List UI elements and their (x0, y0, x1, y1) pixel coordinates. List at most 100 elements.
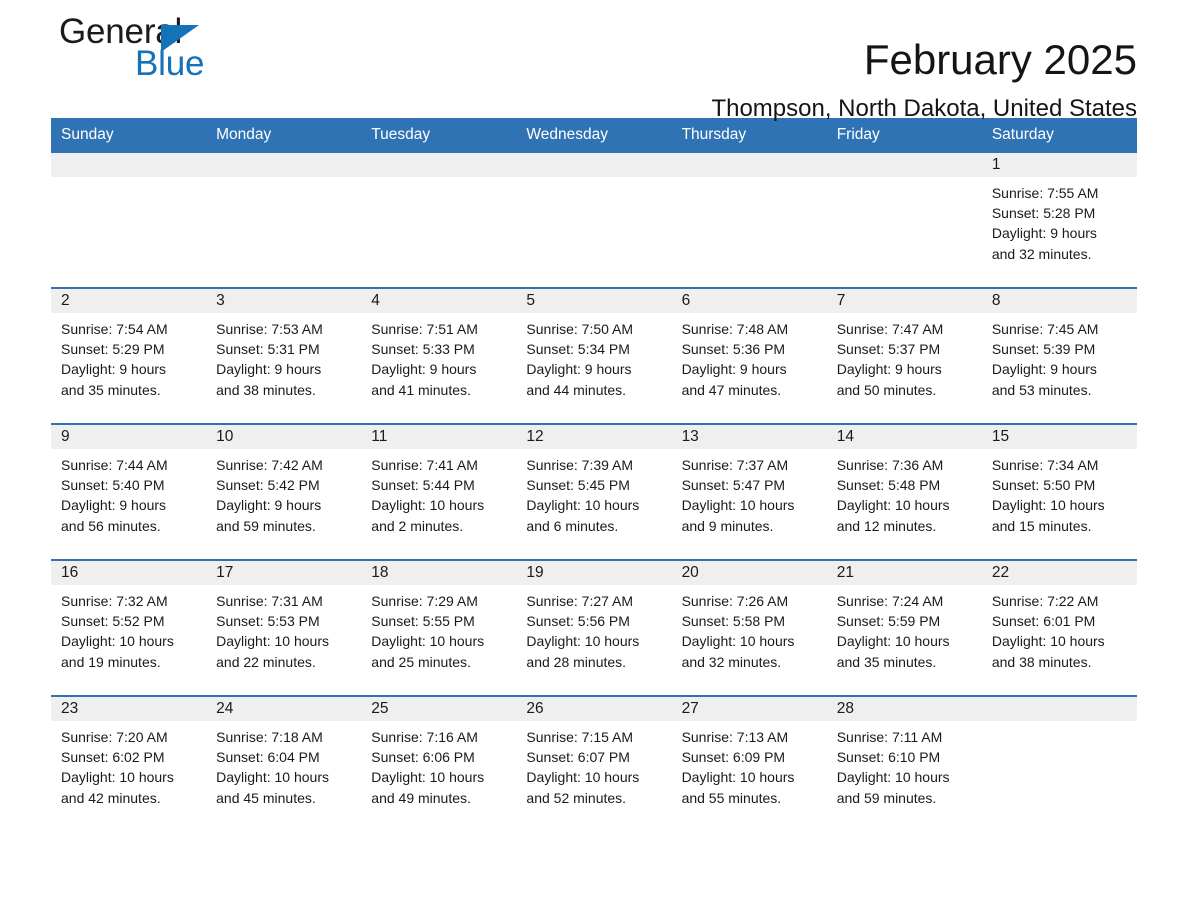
calendar-day-cell[interactable]: 27 Sunrise: 7:13 AM Sunset: 6:09 PM Dayligh… (671, 695, 827, 831)
sunset-time: Sunset: 5:58 PM (681, 613, 786, 630)
sunrise-time: Sunrise: 7:26 AM (681, 593, 789, 609)
calendar-day-cell[interactable]: 7 Sunrise: 7:47 AM Sunset: 5:37 PM Daylight… (826, 287, 982, 424)
sunset-time: Sunset: 5:36 PM (681, 341, 786, 358)
day-number: 2 (51, 289, 207, 313)
calendar-day-cell[interactable]: 19 Sunrise: 7:27 AM Sunset: 5:56 PM Dayligh… (516, 559, 672, 696)
daylight-duration-line2: and 56 minutes. (61, 517, 161, 534)
sunset-time: Sunset: 5:47 PM (681, 477, 786, 494)
day-number: 1 (981, 153, 1137, 177)
day-number: 26 (516, 697, 672, 721)
calendar-day-cell[interactable]: 16 Sunrise: 7:32 AM Sunset: 5:52 PM Dayligh… (51, 559, 207, 696)
sunrise-time: Sunrise: 7:42 AM (216, 457, 323, 473)
daylight-duration-line2: and 35 minutes. (836, 653, 937, 670)
general-blue-logo: General Blue (59, 12, 319, 90)
calendar-week-row: 9 Sunrise: 7:44 AM Sunset: 5:40 PM Daylight… (51, 423, 1137, 560)
sunset-time: Sunset: 6:04 PM (216, 749, 320, 766)
calendar-day-cell[interactable]: 20 Sunrise: 7:26 AM Sunset: 5:58 PM Dayligh… (671, 559, 827, 696)
calendar-day-cell[interactable]: 4 Sunrise: 7:51 AM Sunset: 5:33 PM Daylight… (361, 287, 517, 424)
day-number (826, 153, 982, 177)
day-details: Sunrise: 7:51 AM Sunset: 5:33 PM Daylight:… (361, 313, 516, 400)
day-number: 24 (206, 697, 362, 721)
day-details: Sunrise: 7:36 AM Sunset: 5:48 PM Daylight:… (827, 449, 982, 536)
sunset-time: Sunset: 6:10 PM (836, 749, 941, 766)
sunset-time: Sunset: 5:45 PM (526, 477, 630, 494)
daylight-duration-line2: and 38 minutes. (991, 653, 1092, 670)
calendar-day-cell[interactable]: 9 Sunrise: 7:44 AM Sunset: 5:40 PM Daylight… (51, 423, 207, 560)
daylight-duration-line1: Daylight: 10 hours (836, 633, 950, 650)
daylight-duration-line1: Daylight: 10 hours (681, 497, 795, 514)
daylight-duration-line1: Daylight: 10 hours (836, 497, 950, 514)
page-title: February 2025 (863, 36, 1137, 83)
day-number: 20 (671, 561, 827, 585)
calendar-day-cell[interactable]: 5 Sunrise: 7:50 AM Sunset: 5:34 PM Daylight… (516, 287, 672, 424)
day-details: Sunrise: 7:11 AM Sunset: 6:10 PM Daylight:… (827, 721, 982, 808)
sunset-time: Sunset: 5:34 PM (526, 341, 630, 358)
calendar-day-cell[interactable]: 15 Sunrise: 7:34 AM Sunset: 5:50 PM Dayligh… (981, 423, 1137, 560)
sunrise-time: Sunrise: 7:36 AM (836, 457, 944, 473)
calendar-day-cell[interactable]: 13 Sunrise: 7:37 AM Sunset: 5:47 PM Dayligh… (671, 423, 827, 560)
calendar-day-cell[interactable]: 17 Sunrise: 7:31 AM Sunset: 5:53 PM Dayligh… (206, 559, 362, 696)
calendar-day-cell[interactable]: 26 Sunrise: 7:15 AM Sunset: 6:07 PM Dayligh… (516, 695, 672, 831)
day-number (671, 153, 827, 177)
calendar-week-row: 16 Sunrise: 7:32 AM Sunset: 5:52 PM Dayligh… (51, 559, 1137, 696)
day-details: Sunrise: 7:13 AM Sunset: 6:09 PM Daylight:… (672, 721, 827, 808)
day-number: 12 (516, 425, 672, 449)
day-details: Sunrise: 7:54 AM Sunset: 5:29 PM Daylight:… (51, 313, 206, 400)
day-details: Sunrise: 7:41 AM Sunset: 5:44 PM Daylight:… (361, 449, 516, 536)
sunset-time: Sunset: 6:02 PM (61, 749, 165, 766)
day-number: 16 (51, 561, 207, 585)
daylight-duration-line1: Daylight: 9 hours (371, 361, 477, 378)
title-block: February 2025 Thompson, North Dakota, Un… (711, 0, 1137, 124)
calendar-day-cell[interactable]: 11 Sunrise: 7:41 AM Sunset: 5:44 PM Dayligh… (361, 423, 517, 560)
day-number (516, 153, 672, 177)
daylight-duration-line2: and 45 minutes. (216, 789, 316, 806)
calendar-page: General Blue February 2025 Thompson, Nor… (0, 0, 1188, 918)
day-number (361, 153, 517, 177)
day-details: Sunrise: 7:34 AM Sunset: 5:50 PM Daylight:… (982, 449, 1137, 536)
day-details: Sunrise: 7:27 AM Sunset: 5:56 PM Daylight:… (516, 585, 671, 672)
daylight-duration-line2: and 47 minutes. (681, 381, 782, 398)
page-header: General Blue February 2025 Thompson, Nor… (51, 0, 1137, 122)
daylight-duration-line1: Daylight: 9 hours (61, 497, 167, 514)
daylight-duration-line1: Daylight: 10 hours (991, 633, 1105, 650)
daylight-duration-line1: Daylight: 10 hours (61, 633, 174, 650)
daylight-duration-line2: and 35 minutes. (61, 381, 161, 398)
calendar-day-cell[interactable]: 3 Sunrise: 7:53 AM Sunset: 5:31 PM Daylight… (206, 287, 362, 424)
calendar-day-cell[interactable]: 28 Sunrise: 7:11 AM Sunset: 6:10 PM Dayligh… (826, 695, 982, 831)
daylight-duration-line1: Daylight: 10 hours (836, 769, 950, 786)
calendar-day-cell[interactable]: 25 Sunrise: 7:16 AM Sunset: 6:06 PM Dayligh… (361, 695, 517, 831)
calendar-day-cell[interactable]: 12 Sunrise: 7:39 AM Sunset: 5:45 PM Dayligh… (516, 423, 672, 560)
calendar-day-cell[interactable]: 2 Sunrise: 7:54 AM Sunset: 5:29 PM Daylight… (51, 287, 207, 424)
day-details: Sunrise: 7:37 AM Sunset: 5:47 PM Daylight:… (672, 449, 827, 536)
day-number: 11 (361, 425, 517, 449)
calendar-day-cell-empty (51, 153, 207, 288)
calendar-day-cell[interactable]: 14 Sunrise: 7:36 AM Sunset: 5:48 PM Dayligh… (826, 423, 982, 560)
daylight-duration-line2: and 49 minutes. (371, 789, 471, 806)
calendar-day-cell[interactable]: 23 Sunrise: 7:20 AM Sunset: 6:02 PM Dayligh… (51, 695, 207, 831)
daylight-duration-line2: and 6 minutes. (526, 517, 619, 534)
daylight-duration-line2: and 19 minutes. (61, 653, 161, 670)
day-number: 4 (361, 289, 517, 313)
calendar-day-cell[interactable]: 8 Sunrise: 7:45 AM Sunset: 5:39 PM Daylight… (981, 287, 1137, 424)
sunrise-time: Sunrise: 7:16 AM (371, 729, 478, 745)
daylight-duration-line2: and 15 minutes. (991, 517, 1092, 534)
calendar-day-cell[interactable]: 21 Sunrise: 7:24 AM Sunset: 5:59 PM Dayligh… (826, 559, 982, 696)
calendar-day-cell[interactable]: 18 Sunrise: 7:29 AM Sunset: 5:55 PM Dayligh… (361, 559, 517, 696)
day-details: Sunrise: 7:31 AM Sunset: 5:53 PM Daylight:… (206, 585, 361, 672)
daylight-duration-line1: Daylight: 10 hours (526, 497, 640, 514)
calendar-week-row: 2 Sunrise: 7:54 AM Sunset: 5:29 PM Daylight… (51, 287, 1137, 424)
sunset-time: Sunset: 5:55 PM (371, 613, 475, 630)
weekday-header-sunday: Sunday (51, 118, 207, 153)
calendar-day-cell[interactable]: 1 Sunrise: 7:55 AM Sunset: 5:28 PM Daylight… (981, 153, 1137, 288)
calendar-day-cell[interactable]: 6 Sunrise: 7:48 AM Sunset: 5:36 PM Daylight… (671, 287, 827, 424)
day-number (981, 697, 1137, 721)
day-number: 19 (516, 561, 672, 585)
daylight-duration-line2: and 28 minutes. (526, 653, 627, 670)
daylight-duration-line1: Daylight: 10 hours (526, 769, 640, 786)
daylight-duration-line1: Daylight: 9 hours (216, 361, 322, 378)
calendar-day-cell[interactable]: 24 Sunrise: 7:18 AM Sunset: 6:04 PM Dayligh… (206, 695, 362, 831)
day-number: 8 (981, 289, 1137, 313)
calendar-day-cell[interactable]: 10 Sunrise: 7:42 AM Sunset: 5:42 PM Dayligh… (206, 423, 362, 560)
calendar-day-cell[interactable]: 22 Sunrise: 7:22 AM Sunset: 6:01 PM Dayligh… (981, 559, 1137, 696)
day-number: 25 (361, 697, 517, 721)
